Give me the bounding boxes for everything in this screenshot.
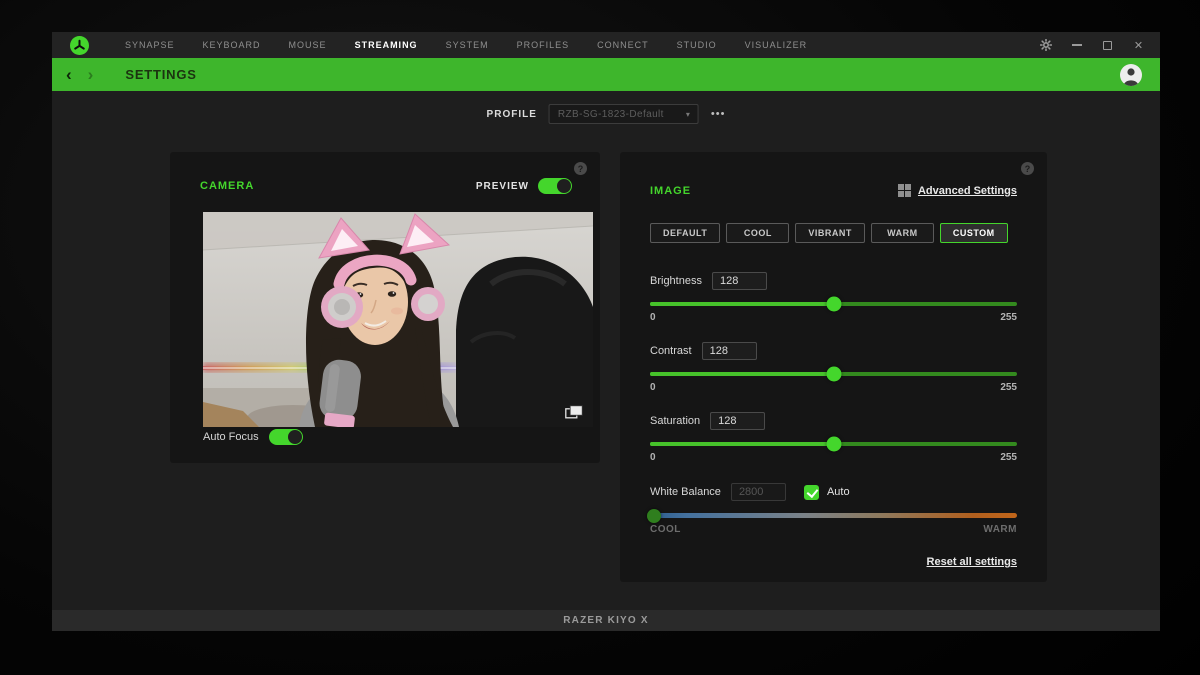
white-balance-warm-label: WARM <box>983 524 1017 535</box>
advanced-settings-label: Advanced Settings <box>918 185 1017 197</box>
profile-select-value: RZB-SG-1823-Default <box>558 109 686 120</box>
window-controls: ✕ <box>1030 32 1160 58</box>
user-avatar[interactable] <box>1120 64 1142 86</box>
razer-logo-icon[interactable] <box>70 36 89 55</box>
white-balance-slider-thumb[interactable] <box>647 509 661 523</box>
page-title: SETTINGS <box>125 67 196 82</box>
person-icon <box>1120 64 1142 86</box>
saturation-input[interactable] <box>710 412 765 430</box>
brightness-max-label: 255 <box>1000 312 1017 323</box>
contrast-max-label: 255 <box>1000 382 1017 393</box>
contrast-label: Contrast <box>650 345 692 357</box>
nav-tab-system[interactable]: SYSTEM <box>432 32 503 58</box>
camera-panel-header: CAMERA PREVIEW <box>200 178 572 194</box>
brightness-slider-fill <box>650 302 834 306</box>
nav-tab-streaming[interactable]: STREAMING <box>341 32 432 58</box>
saturation-min-label: 0 <box>650 452 656 463</box>
advanced-settings-link[interactable]: Advanced Settings <box>898 184 1017 197</box>
page-header: ‹ › SETTINGS <box>52 58 1160 91</box>
saturation-max-label: 255 <box>1000 452 1017 463</box>
saturation-slider[interactable] <box>650 442 1017 446</box>
white-balance-auto-checkbox[interactable] <box>804 485 819 500</box>
camera-help-icon[interactable]: ? <box>574 162 587 175</box>
brightness-min-label: 0 <box>650 312 656 323</box>
nav-tab-connect[interactable]: CONNECT <box>583 32 663 58</box>
nav-tab-profiles[interactable]: PROFILES <box>503 32 584 58</box>
profile-row: PROFILE RZB-SG-1823-Default ▾ ••• <box>487 104 726 124</box>
preset-custom-button[interactable]: CUSTOM <box>940 223 1008 243</box>
image-panel: ? IMAGE Advanced Settings DEFAULT COOL V… <box>620 152 1047 582</box>
maximize-icon <box>1103 41 1112 50</box>
forward-arrow-icon[interactable]: › <box>88 66 94 83</box>
autofocus-toggle[interactable] <box>269 429 303 445</box>
titlebar: SYNAPSE KEYBOARD MOUSE STREAMING SYSTEM … <box>52 32 1160 58</box>
white-balance-auto-group: Auto <box>804 485 850 500</box>
brightness-label: Brightness <box>650 275 702 287</box>
brightness-group: Brightness 0 255 <box>650 272 1017 323</box>
contrast-group: Contrast 0 255 <box>650 342 1017 393</box>
toggle-knob <box>288 430 302 444</box>
saturation-group: Saturation 0 255 <box>650 412 1017 463</box>
white-balance-label: White Balance <box>650 486 721 498</box>
contrast-min-label: 0 <box>650 382 656 393</box>
close-icon: ✕ <box>1134 39 1143 52</box>
white-balance-cool-label: COOL <box>650 524 681 535</box>
image-panel-title: IMAGE <box>650 185 691 197</box>
main-nav: SYNAPSE KEYBOARD MOUSE STREAMING SYSTEM … <box>111 32 821 58</box>
preset-warm-button[interactable]: WARM <box>871 223 934 243</box>
statusbar: RAZER KIYO X <box>52 610 1160 631</box>
main-content: PROFILE RZB-SG-1823-Default ▾ ••• ? CAME… <box>52 91 1160 610</box>
preset-default-button[interactable]: DEFAULT <box>650 223 720 243</box>
close-button[interactable]: ✕ <box>1123 32 1154 58</box>
device-name: RAZER KIYO X <box>563 615 649 626</box>
settings-gear-icon[interactable] <box>1030 32 1061 58</box>
preview-label: PREVIEW <box>476 181 529 192</box>
maximize-button[interactable] <box>1092 32 1123 58</box>
camera-preview-feed <box>203 212 593 427</box>
nav-tab-synapse[interactable]: SYNAPSE <box>111 32 189 58</box>
camera-panel-title: CAMERA <box>200 180 254 192</box>
app-window: SYNAPSE KEYBOARD MOUSE STREAMING SYSTEM … <box>52 32 1160 631</box>
nav-tab-studio[interactable]: STUDIO <box>663 32 731 58</box>
brightness-slider-thumb[interactable] <box>826 297 841 312</box>
razer-triskelion-icon <box>73 39 86 52</box>
reset-all-settings-link[interactable]: Reset all settings <box>927 556 1017 568</box>
saturation-label: Saturation <box>650 415 700 427</box>
contrast-slider-thumb[interactable] <box>826 367 841 382</box>
popout-preview-icon[interactable] <box>565 405 583 419</box>
profile-more-button[interactable]: ••• <box>711 108 726 120</box>
brightness-input[interactable] <box>712 272 767 290</box>
white-balance-auto-label: Auto <box>827 486 850 498</box>
preset-buttons: DEFAULT COOL VIBRANT WARM CUSTOM <box>650 223 1008 243</box>
autofocus-row: Auto Focus <box>203 429 303 445</box>
image-help-icon[interactable]: ? <box>1021 162 1034 175</box>
minimize-icon <box>1072 44 1082 46</box>
minimize-button[interactable] <box>1061 32 1092 58</box>
profile-select[interactable]: RZB-SG-1823-Default ▾ <box>549 104 699 124</box>
profile-label: PROFILE <box>487 109 537 120</box>
white-balance-group: White Balance Auto COOL WARM <box>650 483 1017 535</box>
camera-panel: ? CAMERA PREVIEW <box>170 152 600 463</box>
contrast-slider-fill <box>650 372 834 376</box>
white-balance-input[interactable] <box>731 483 786 501</box>
preset-cool-button[interactable]: COOL <box>726 223 789 243</box>
autofocus-label: Auto Focus <box>203 431 259 443</box>
camera-preview-image <box>203 212 593 427</box>
windows-logo-icon <box>898 184 911 197</box>
preview-toggle[interactable] <box>538 178 572 194</box>
brightness-slider[interactable] <box>650 302 1017 306</box>
back-arrow-icon[interactable]: ‹ <box>66 66 72 83</box>
nav-tab-visualizer[interactable]: VISUALIZER <box>731 32 822 58</box>
nav-tab-keyboard[interactable]: KEYBOARD <box>189 32 275 58</box>
nav-tab-mouse[interactable]: MOUSE <box>275 32 341 58</box>
chevron-down-icon: ▾ <box>686 110 690 119</box>
contrast-input[interactable] <box>702 342 757 360</box>
preset-vibrant-button[interactable]: VIBRANT <box>795 223 865 243</box>
white-balance-slider[interactable] <box>650 513 1017 518</box>
image-panel-header: IMAGE Advanced Settings <box>650 184 1017 197</box>
saturation-slider-fill <box>650 442 834 446</box>
saturation-slider-thumb[interactable] <box>826 437 841 452</box>
contrast-slider[interactable] <box>650 372 1017 376</box>
toggle-knob <box>557 179 571 193</box>
